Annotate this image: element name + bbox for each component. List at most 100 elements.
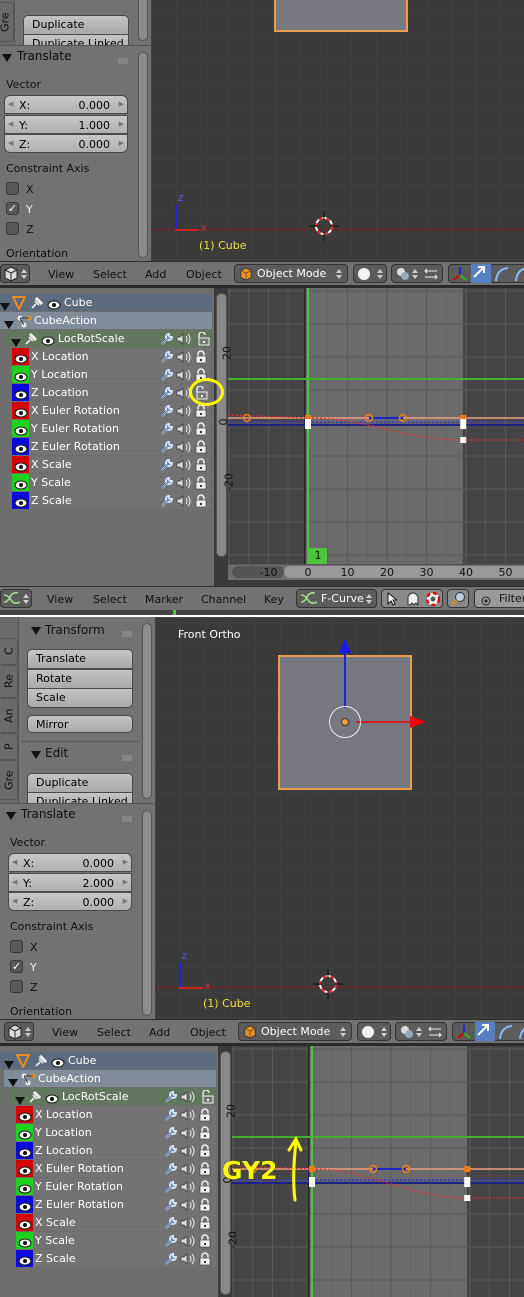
constraint-z-checkbox[interactable] (10, 980, 23, 993)
menu-add[interactable]: Add (149, 1026, 170, 1039)
3d-viewport[interactable]: Front Ortho Z X (1) Cube (155, 617, 524, 1019)
increment-arrow-icon[interactable]: ▶ (123, 854, 128, 871)
decrement-arrow-icon[interactable]: ◀ (8, 96, 13, 113)
ghost-curves-icon[interactable] (407, 592, 419, 610)
decrement-arrow-icon[interactable]: ◀ (12, 874, 17, 891)
tool-button-duplicate[interactable]: Duplicate (23, 15, 129, 35)
scale-manipulator-icon[interactable] (518, 1024, 524, 1043)
increment-arrow-icon[interactable]: ▶ (119, 96, 124, 113)
fcurve-channel-row[interactable]: X Scale (16, 1214, 216, 1231)
decrement-arrow-icon[interactable]: ◀ (8, 116, 13, 133)
fcurve-channel-row[interactable]: Y Euler Rotation (12, 420, 212, 437)
manipulator-right-arrowhead-icon[interactable] (410, 716, 426, 731)
decrement-arrow-icon[interactable]: ◀ (12, 893, 17, 910)
lock-icon[interactable] (199, 1252, 211, 1271)
fcurve-channel-row[interactable]: Z Scale (12, 492, 212, 509)
3d-cursor-icon[interactable] (309, 211, 339, 244)
manipulator-toggle-icon[interactable] (423, 267, 439, 285)
shelf-tab[interactable]: C (1, 638, 18, 665)
fcurve-channel-row[interactable]: X Location (12, 348, 212, 365)
shelf-tab[interactable]: Gre (1, 760, 18, 800)
drag-handle-icon[interactable] (122, 812, 132, 825)
tool-button-translate[interactable]: Translate (27, 649, 133, 669)
only-selected-icon[interactable] (387, 591, 399, 610)
filters-button[interactable]: Filters (474, 589, 524, 608)
vector-z-field[interactable]: ◀ Z: 0.000 ▶ (8, 892, 132, 911)
manipulator-up-arrowhead-icon[interactable] (339, 639, 351, 656)
vector-z-field[interactable]: ◀ Z: 0.000 ▶ (4, 134, 128, 153)
pivot-dropdown[interactable] (391, 264, 443, 283)
menu-view[interactable]: View (48, 268, 74, 281)
modifier-wrench-icon[interactable] (164, 1252, 178, 1271)
increment-arrow-icon[interactable]: ▶ (119, 116, 124, 133)
vector-y-field[interactable]: ◀ Y: 1.000 ▶ (4, 114, 128, 134)
fcurve-channel-row[interactable]: Y Scale (16, 1232, 216, 1249)
search-toggle-button[interactable] (447, 589, 469, 608)
tool-button-duplicate-linked[interactable]: Duplicate Linked (23, 34, 129, 45)
decrement-arrow-icon[interactable]: ◀ (8, 135, 13, 152)
tool-button-mirror[interactable]: Mirror (27, 715, 133, 733)
mode-dropdown[interactable]: Object Mode (238, 1022, 352, 1041)
operator-scrollbar[interactable] (138, 52, 148, 258)
drag-handle-icon[interactable] (118, 54, 128, 67)
rotate-manipulator-icon[interactable] (494, 266, 509, 285)
channel-group-row[interactable]: LocRotScale (6, 330, 212, 347)
channel-action-row[interactable]: CubeAction (0, 312, 212, 329)
manipulator-axes-icon[interactable] (452, 266, 468, 285)
viewport-shading-dropdown[interactable] (353, 264, 387, 283)
channel-group-row[interactable]: LocRotScale (10, 1088, 216, 1105)
manipulator-toggle-icon[interactable] (427, 1025, 443, 1043)
editor-type-selector[interactable] (0, 264, 30, 283)
rotate-manipulator-icon[interactable] (498, 1024, 513, 1043)
shelf-tab[interactable]: Re (1, 665, 18, 698)
shelf-scrollbar[interactable] (142, 623, 152, 799)
fcurve-channel-row[interactable]: Y Location (12, 366, 212, 383)
mute-speaker-icon[interactable] (180, 1253, 196, 1270)
translate-manipulator-button[interactable] (471, 264, 491, 283)
menu-view[interactable]: View (52, 1026, 78, 1039)
3d-viewport[interactable]: Z X (1) Cube (151, 0, 524, 261)
tool-button-duplicate-linked[interactable]: Duplicate Linked (27, 792, 133, 803)
collapse-triangle-icon[interactable] (31, 625, 41, 638)
fcurve-channel-row[interactable]: Z Scale (16, 1250, 216, 1267)
channel-object-row[interactable]: Cube (0, 1052, 216, 1070)
tool-button-duplicate[interactable]: Duplicate (27, 773, 133, 793)
collapse-triangle-icon[interactable] (31, 749, 41, 762)
collapse-triangle-icon[interactable] (6, 810, 16, 823)
increment-arrow-icon[interactable]: ▶ (123, 874, 128, 891)
graph-mode-dropdown[interactable]: F-Curve (296, 589, 377, 608)
lock-icon[interactable] (195, 494, 207, 513)
fcurve-channel-row[interactable]: X Euler Rotation (12, 402, 212, 419)
menu-object[interactable]: Object (190, 1026, 226, 1039)
drag-handle-icon[interactable] (122, 627, 132, 640)
current-frame-indicator[interactable]: 1 (309, 548, 327, 564)
constraint-y-checkbox[interactable]: ✓ (10, 960, 23, 973)
menu-view[interactable]: View (47, 593, 73, 606)
ruler-scrollbar-thumb[interactable] (284, 566, 524, 578)
mute-speaker-icon[interactable] (176, 495, 192, 512)
editor-type-selector[interactable] (4, 1022, 34, 1041)
operator-scrollbar[interactable] (142, 810, 152, 1016)
eye-icon[interactable] (18, 1254, 32, 1271)
menu-marker[interactable]: Marker (145, 593, 183, 606)
operator-title[interactable]: Translate (17, 50, 72, 62)
drag-handle-icon[interactable] (122, 751, 132, 764)
menu-select[interactable]: Select (97, 1026, 131, 1039)
pivot-dropdown[interactable] (395, 1022, 447, 1041)
fcurve-channel-row[interactable]: Y Location (16, 1124, 216, 1141)
menu-select[interactable]: Select (93, 593, 127, 606)
constraint-z-checkbox[interactable] (6, 222, 19, 235)
fcurve-channel-row[interactable]: Y Scale (12, 474, 212, 491)
modifier-wrench-icon[interactable] (160, 494, 174, 513)
constraint-y-checkbox[interactable]: ✓ (6, 202, 19, 215)
constraint-x-checkbox[interactable] (6, 182, 19, 195)
transform-section-header[interactable]: Transform (45, 624, 105, 636)
increment-arrow-icon[interactable]: ▶ (123, 893, 128, 910)
show-errors-icon[interactable] (425, 591, 441, 610)
x-manipulator-arrow[interactable] (356, 721, 411, 723)
fcurve-channel-row[interactable]: Z Euler Rotation (12, 438, 212, 455)
decrement-arrow-icon[interactable]: ◀ (12, 854, 17, 871)
fcurve-channel-row[interactable]: Z Euler Rotation (16, 1196, 216, 1213)
translate-manipulator-button[interactable] (475, 1022, 495, 1041)
fcurve-channel-row[interactable]: Z Location (12, 384, 212, 401)
